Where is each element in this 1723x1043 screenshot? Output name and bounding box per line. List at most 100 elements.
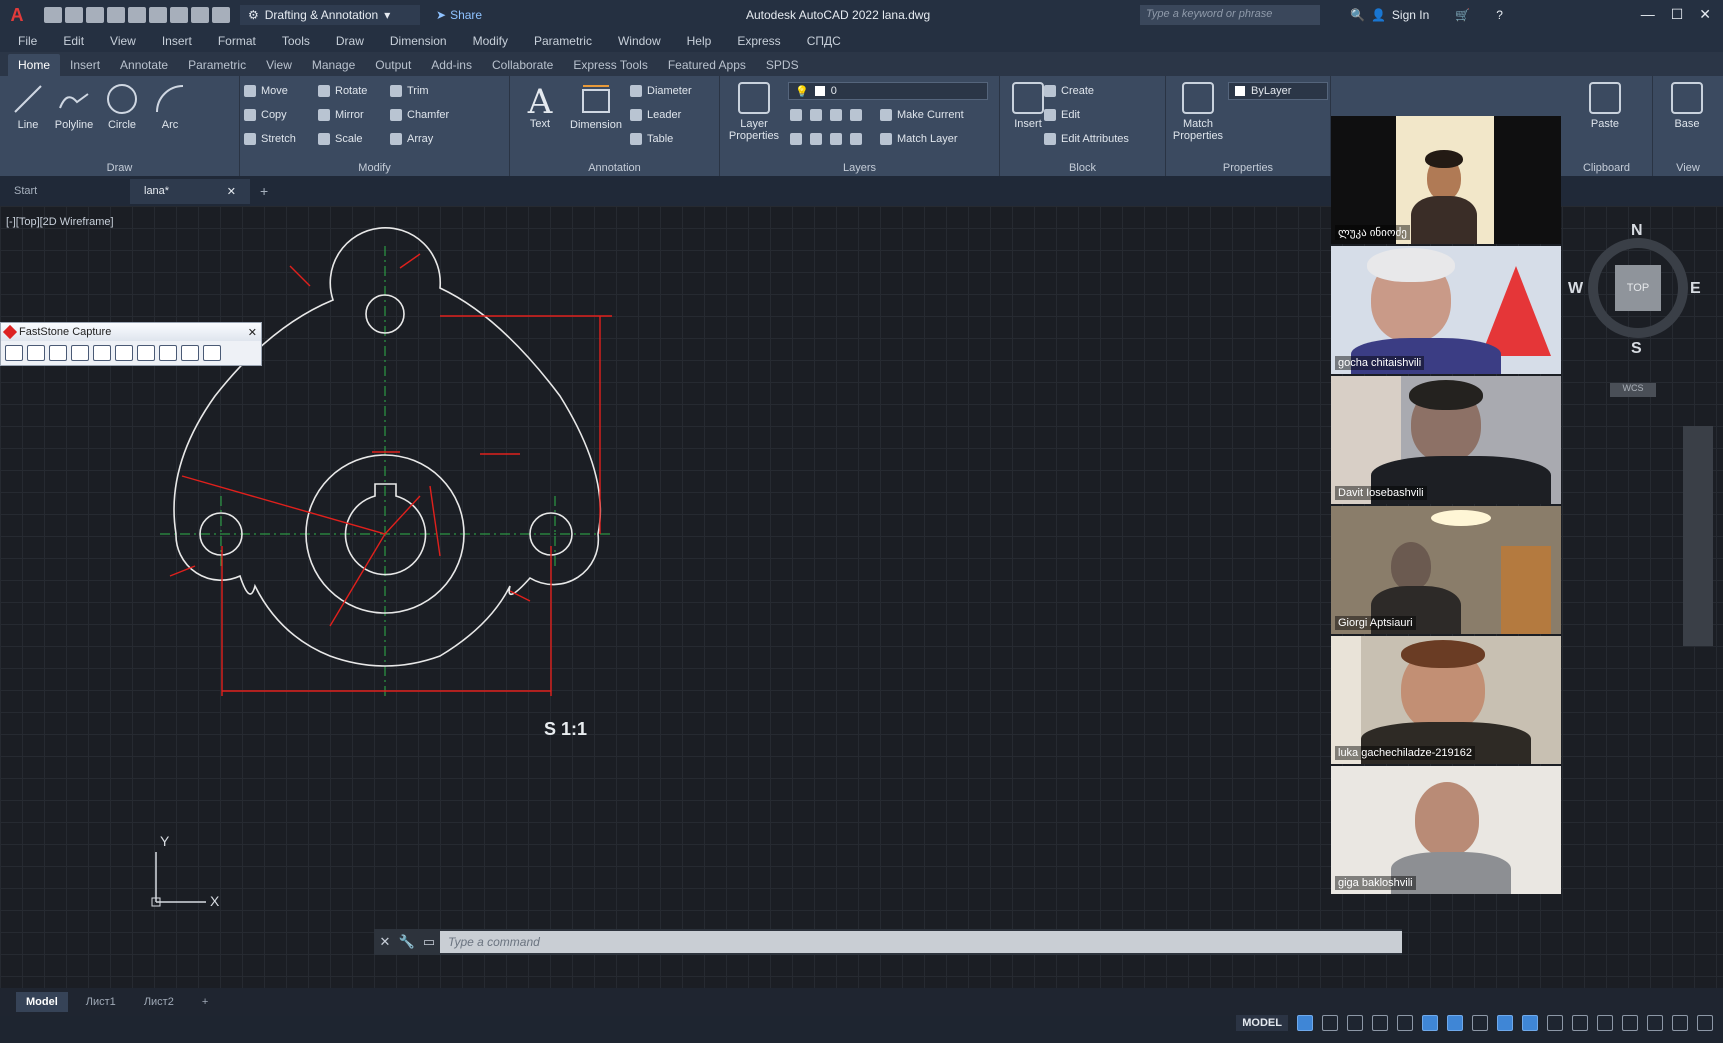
menu-item[interactable]: View [110, 34, 136, 48]
menu-item[interactable]: Draw [336, 34, 364, 48]
clipboard-panel-title[interactable]: Clipboard [1561, 162, 1652, 174]
isolate-objects-icon[interactable] [1622, 1015, 1638, 1031]
object-snap-tracking-icon[interactable] [1422, 1015, 1438, 1031]
properties-panel-title[interactable]: Properties [1166, 162, 1330, 174]
participant-tile[interactable]: ლუკა ინიოძე [1331, 116, 1561, 244]
polar-icon[interactable] [1372, 1015, 1388, 1031]
compass-west[interactable]: W [1568, 280, 1583, 298]
match-layer-button[interactable]: Match Layer [880, 130, 958, 148]
tab-start[interactable]: Start [0, 179, 130, 203]
annotation-panel-title[interactable]: Annotation [510, 162, 719, 174]
output-icon[interactable] [181, 345, 199, 361]
minimize-icon[interactable]: — [1641, 6, 1655, 23]
close-icon[interactable]: ✕ [248, 326, 257, 339]
layer-thaw-icon[interactable] [830, 133, 842, 145]
ribbon-tab[interactable]: Manage [302, 54, 365, 76]
new-file-icon[interactable] [44, 7, 62, 23]
menu-item[interactable]: СПДС [807, 34, 841, 48]
capture-scrolling-icon[interactable] [115, 345, 133, 361]
command-input[interactable]: Type a command [440, 931, 1402, 953]
transparency-icon[interactable] [1497, 1015, 1513, 1031]
capture-object-icon[interactable] [27, 345, 45, 361]
diameter-button[interactable]: Diameter [630, 82, 692, 100]
navigation-bar[interactable] [1683, 426, 1713, 646]
layer-freeze-icon[interactable] [830, 109, 842, 121]
block-panel-title[interactable]: Block [1000, 162, 1165, 174]
new-tab-button[interactable]: + [260, 183, 268, 199]
clean-screen-icon[interactable] [1672, 1015, 1688, 1031]
tab-lana[interactable]: lana* ✕ [130, 178, 250, 204]
close-icon[interactable]: ✕ [227, 185, 236, 198]
capture-fullscreen-icon[interactable] [93, 345, 111, 361]
cart-icon[interactable]: 🛒 [1455, 8, 1470, 22]
menu-item[interactable]: Help [687, 34, 712, 48]
undo-icon[interactable] [191, 7, 209, 23]
ribbon-tab[interactable]: SPDS [756, 54, 809, 76]
layer-properties-button[interactable]: Layer Properties [726, 82, 782, 142]
ribbon-tab[interactable]: Parametric [178, 54, 256, 76]
layer-off-icon[interactable] [790, 109, 802, 121]
compass-east[interactable]: E [1690, 280, 1701, 298]
ribbon-tab[interactable]: Featured Apps [658, 54, 756, 76]
mirror-button[interactable]: Mirror [318, 106, 364, 124]
menu-item[interactable]: Express [737, 34, 780, 48]
wrench-icon[interactable]: 🔧 [396, 934, 418, 950]
grid-icon[interactable] [1297, 1015, 1313, 1031]
layer-isolate-icon[interactable] [810, 109, 822, 121]
hardware-acceleration-icon[interactable] [1647, 1015, 1663, 1031]
ortho-icon[interactable] [1347, 1015, 1363, 1031]
layer-select[interactable]: 💡 0 [788, 82, 988, 100]
faststone-titlebar[interactable]: FastStone Capture ✕ [1, 323, 261, 341]
chamfer-button[interactable]: Chamfer [390, 106, 449, 124]
menu-item[interactable]: Insert [162, 34, 192, 48]
capture-freehand-icon[interactable] [71, 345, 89, 361]
open-web-icon[interactable] [128, 7, 146, 23]
workspace-select[interactable]: ⚙ Drafting & Annotation ▾ [240, 5, 420, 25]
make-current-button[interactable]: Make Current [880, 106, 964, 124]
close-icon[interactable]: ✕ [1699, 6, 1711, 23]
model-space-toggle[interactable]: MODEL [1236, 1015, 1288, 1031]
record-screen-icon[interactable] [159, 345, 177, 361]
object-snap-icon[interactable] [1447, 1015, 1463, 1031]
gear-icon[interactable] [1597, 1015, 1613, 1031]
ribbon-tab[interactable]: Add-ins [421, 54, 482, 76]
polyline-button[interactable]: Polyline [50, 82, 98, 131]
customize-menu-icon[interactable] [1697, 1015, 1713, 1031]
ribbon-tab[interactable]: Home [8, 54, 61, 76]
menu-item[interactable]: File [18, 34, 37, 48]
layer-unlock-icon[interactable] [850, 133, 862, 145]
copy-button[interactable]: Copy [244, 106, 287, 124]
isodraft-icon[interactable] [1397, 1015, 1413, 1031]
array-button[interactable]: Array [390, 130, 433, 148]
save-web-icon[interactable] [149, 7, 167, 23]
menu-item[interactable]: Edit [63, 34, 84, 48]
autocad-logo-icon[interactable]: A [0, 0, 34, 30]
text-button[interactable]: A Text [516, 82, 564, 130]
capture-window-icon[interactable] [5, 345, 23, 361]
participant-tile[interactable]: Davit Iosebashvili [1331, 376, 1561, 504]
annotation-scale-icon[interactable] [1547, 1015, 1563, 1031]
circle-button[interactable]: Circle [98, 82, 146, 131]
table-button[interactable]: Table [630, 130, 673, 148]
edit-block-button[interactable]: Edit [1044, 106, 1080, 124]
lineweight-icon[interactable] [1472, 1015, 1488, 1031]
compass-south[interactable]: S [1631, 340, 1642, 358]
menu-item[interactable]: Window [618, 34, 661, 48]
ribbon-tab[interactable]: Output [365, 54, 421, 76]
share-button[interactable]: ➤ Share [436, 8, 482, 22]
annotation-visibility-icon[interactable] [1522, 1015, 1538, 1031]
color-select[interactable]: ByLayer [1228, 82, 1328, 100]
maximize-icon[interactable]: ☐ [1671, 6, 1684, 23]
capture-fixed-icon[interactable] [137, 345, 155, 361]
faststone-capture-toolbar[interactable]: FastStone Capture ✕ [0, 322, 262, 366]
stretch-button[interactable]: Stretch [244, 130, 296, 148]
close-icon[interactable]: ✕ [374, 934, 396, 950]
menu-item[interactable]: Tools [282, 34, 310, 48]
create-block-button[interactable]: Create [1044, 82, 1094, 100]
menu-item[interactable]: Modify [473, 34, 508, 48]
workspace-switch-icon[interactable] [1572, 1015, 1588, 1031]
trim-button[interactable]: Trim [390, 82, 429, 100]
base-button[interactable]: Base [1663, 82, 1711, 130]
move-button[interactable]: Move [244, 82, 288, 100]
settings-icon[interactable] [203, 345, 221, 361]
